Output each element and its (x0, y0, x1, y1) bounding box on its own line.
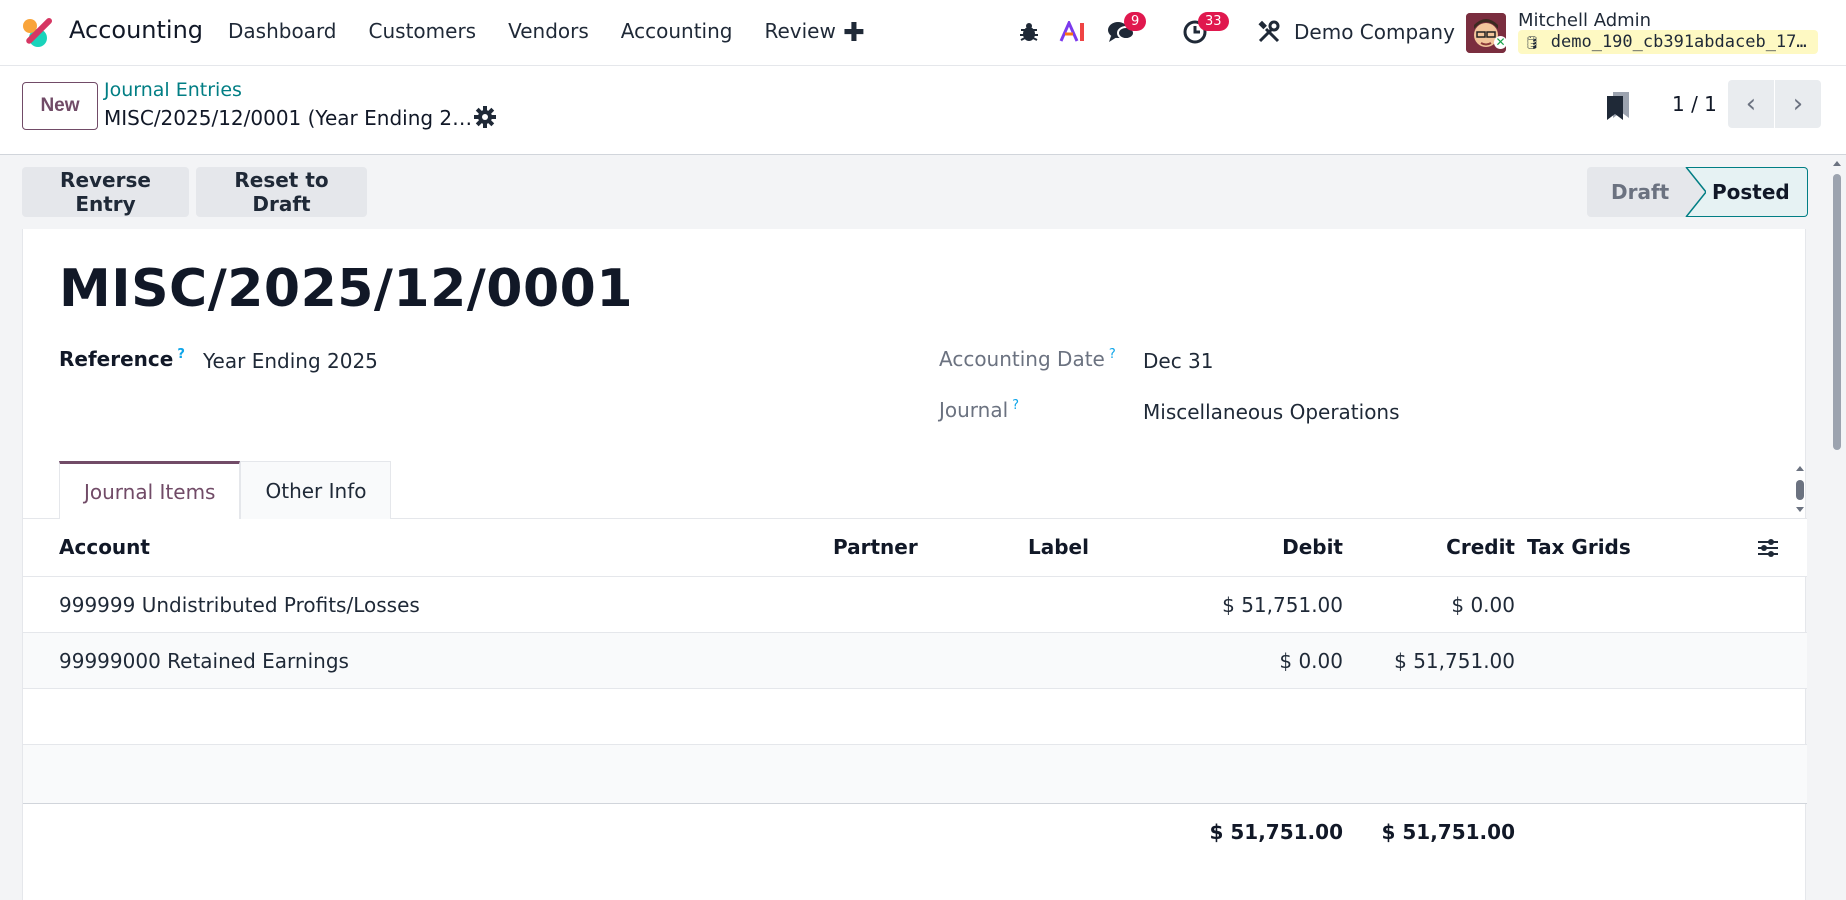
col-credit[interactable]: Credit (1375, 535, 1515, 559)
notebook-tabs: Journal Items Other Info (59, 461, 392, 519)
reference-value[interactable]: Year Ending 2025 (203, 349, 378, 373)
plus-icon[interactable]: ✚ (843, 18, 865, 48)
col-label[interactable]: Label (1028, 535, 1089, 559)
help-icon[interactable]: ? (1109, 347, 1116, 362)
row-credit: $ 0.00 (1451, 593, 1515, 617)
row-credit: $ 51,751.00 (1394, 649, 1515, 673)
col-debit[interactable]: Debit (1203, 535, 1343, 559)
breadcrumb-journal-entries[interactable]: Journal Entries (104, 79, 242, 101)
col-tax-grids[interactable]: Tax Grids (1527, 535, 1631, 559)
table-totals: $ 51,751.00 $ 51,751.00 (23, 803, 1807, 859)
accounting-date-value[interactable]: Dec 31 (1143, 349, 1214, 373)
pager-value[interactable]: 1 / 1 (1672, 92, 1717, 116)
help-icon[interactable]: ? (1012, 398, 1019, 413)
user-name[interactable]: Mitchell Admin (1518, 10, 1651, 31)
total-debit: $ 51,751.00 (1209, 820, 1344, 844)
tools-icon[interactable] (1252, 14, 1286, 50)
table-row[interactable]: 999999 Undistributed Profits/Losses $ 51… (23, 577, 1807, 633)
journal-label: Journal? (939, 398, 1020, 422)
pager-next-button[interactable]: › (1775, 80, 1821, 128)
app-name[interactable]: Accounting (69, 16, 203, 44)
database-icon: 🛢 (1524, 36, 1541, 51)
row-account: 999999 Undistributed Profits/Losses (59, 593, 420, 617)
menu-accounting[interactable]: Accounting (621, 19, 733, 43)
reference-label: Reference? (59, 347, 185, 371)
main-menu: Dashboard Customers Vendors Accounting R… (228, 19, 868, 43)
top-navbar: Accounting Dashboard Customers Vendors A… (0, 0, 1846, 66)
help-icon[interactable]: ? (177, 347, 185, 362)
row-account: 99999000 Retained Earnings (59, 649, 349, 673)
pager-buttons: ‹ › (1728, 80, 1821, 128)
chevron-right-icon: › (1792, 89, 1804, 119)
accounting-app-icon[interactable] (20, 16, 54, 50)
breadcrumb-current-record: MISC/2025/12/0001 (Year Ending 2… (104, 106, 473, 130)
bug-icon[interactable] (1012, 14, 1046, 50)
table-row-empty (23, 689, 1807, 745)
col-account[interactable]: Account (59, 535, 150, 559)
pager-previous-button[interactable]: ‹ (1728, 80, 1774, 128)
form-sheet: MISC/2025/12/0001 Reference? Year Ending… (22, 229, 1807, 900)
tab-journal-items[interactable]: Journal Items (59, 461, 241, 519)
online-status-icon: ✕ (1494, 35, 1507, 49)
new-button[interactable]: New (22, 82, 98, 130)
messages-icon[interactable]: 9 (1104, 12, 1147, 50)
accounting-date-label: Accounting Date? (939, 347, 1116, 371)
bookmark-icon[interactable] (1605, 90, 1631, 122)
gear-icon[interactable] (474, 106, 496, 128)
entry-title: MISC/2025/12/0001 (59, 259, 633, 319)
reverse-entry-button[interactable]: Reverse Entry (22, 167, 189, 217)
stage-arrow (1676, 167, 1706, 217)
activities-badge: 33 (1198, 12, 1229, 31)
menu-customers[interactable]: Customers (369, 19, 477, 43)
menu-review[interactable]: Review (764, 19, 835, 43)
menu-dashboard[interactable]: Dashboard (228, 19, 337, 43)
table-header: Account Partner Label Debit Credit Tax G… (23, 519, 1807, 577)
column-settings-icon[interactable] (1757, 538, 1779, 558)
journal-value[interactable]: Miscellaneous Operations (1143, 400, 1400, 424)
ai-icon[interactable] (1056, 14, 1090, 50)
messages-badge: 9 (1124, 12, 1147, 31)
list-scrollbar[interactable] (1795, 465, 1805, 513)
row-debit: $ 0.00 (1279, 649, 1343, 673)
activities-icon[interactable]: 33 (1178, 12, 1229, 50)
total-credit: $ 51,751.00 (1381, 820, 1516, 844)
tab-other-info[interactable]: Other Info (240, 461, 392, 519)
database-name: 🛢 demo_190_cb391abdaceb_17… (1518, 30, 1818, 54)
database-label: demo_190_cb391abdaceb_17… (1550, 32, 1807, 52)
page-scrollbar[interactable] (1832, 160, 1842, 900)
stage-draft[interactable]: Draft (1587, 167, 1687, 217)
company-switcher[interactable]: Demo Company (1294, 20, 1455, 44)
chevron-left-icon: ‹ (1745, 89, 1757, 119)
col-partner[interactable]: Partner (833, 535, 918, 559)
control-panel: New Journal Entries MISC/2025/12/0001 (Y… (0, 66, 1846, 155)
table-row-empty (23, 745, 1807, 803)
status-bar: Reverse Entry Reset to Draft Draft Poste… (0, 155, 1846, 229)
table-row[interactable]: 99999000 Retained Earnings $ 0.00 $ 51,7… (23, 633, 1807, 689)
reset-to-draft-button[interactable]: Reset to Draft (196, 167, 367, 217)
row-debit: $ 51,751.00 (1222, 593, 1343, 617)
menu-vendors[interactable]: Vendors (508, 19, 589, 43)
